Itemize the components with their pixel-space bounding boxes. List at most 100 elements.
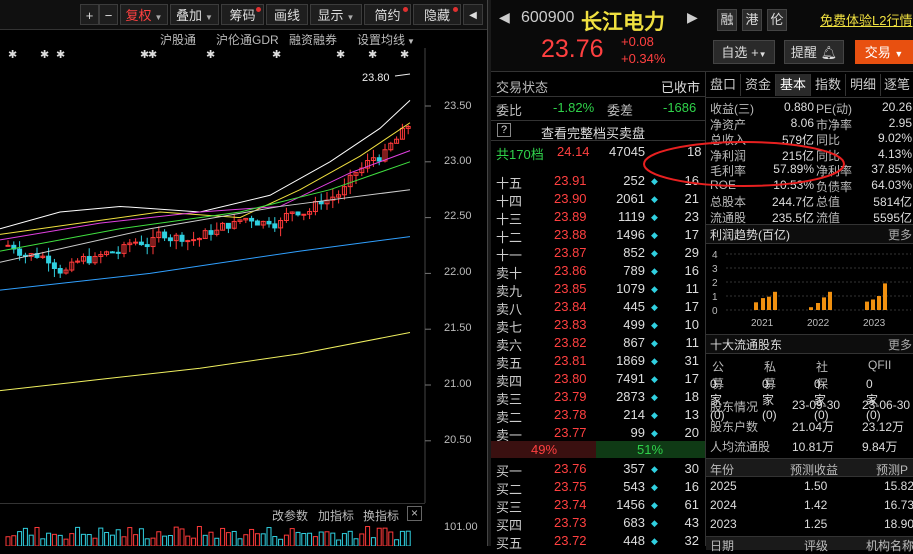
level-label: 买五 [496, 536, 523, 551]
tab-3[interactable]: 指数 [811, 74, 846, 96]
profit-trend-header: 利润趋势(百亿) 更多 [706, 224, 913, 244]
bid-row[interactable]: 买一 23.76 357 ◆ 30 [491, 460, 705, 479]
level-volume: 543 [623, 479, 645, 494]
event-marker-icon: ✱ [8, 49, 17, 61]
metric-value: 2.95 [888, 115, 912, 130]
overlay-button[interactable]: 叠加 ▼ [170, 4, 219, 25]
volume-bar [376, 527, 382, 547]
add-indicator-button[interactable]: 加指标 [318, 507, 354, 524]
profit-bar [883, 283, 887, 310]
price-label: 23.00 [444, 155, 472, 167]
prev-stock-icon[interactable]: ◀ [499, 9, 510, 26]
bid-row[interactable]: 买三 23.74 1456 ◆ 61 [491, 496, 705, 515]
candle-body [376, 157, 382, 162]
edit-params-button[interactable]: 改参数 [272, 507, 308, 524]
adjust-price-button[interactable]: 复权 ▼ [120, 4, 168, 25]
tab-4[interactable]: 明细 [846, 74, 881, 96]
close-indicator-icon[interactable]: × [407, 506, 422, 521]
level-marker-icon: ◆ [651, 500, 658, 510]
change-indicator-button[interactable]: 换指标 [363, 507, 399, 524]
margin-link[interactable]: 融资融券 [289, 31, 337, 48]
level-count: 17 [684, 371, 699, 386]
ask-row[interactable]: 卖四 23.80 7491 ◆ 17 [491, 370, 705, 389]
gdr-link[interactable]: 沪伦通GDR [216, 31, 279, 48]
level-volume: 867 [623, 335, 645, 350]
volume-bar [185, 535, 191, 547]
level-volume: 2873 [616, 389, 645, 404]
metric-label: 净资产 [710, 117, 747, 132]
level-price: 23.88 [554, 227, 587, 242]
profit-more-link[interactable]: 更多 [888, 225, 912, 245]
ask-row[interactable]: 卖五 23.81 1869 ◆ 31 [491, 352, 705, 371]
volume-bar [365, 526, 371, 547]
tag-london[interactable]: 伦 [767, 9, 787, 31]
bid-row[interactable]: 买五 23.72 448 ◆ 32 [491, 532, 705, 551]
kline-chart[interactable]: ✱ ✱ ✱ ✱ ✱ ✱ ✱ ✱ ✱ ✱ 23.50 23.00 22.50 22.00 21.50… [0, 48, 487, 503]
hide-button[interactable]: 隐藏 [413, 4, 461, 25]
level-volume: 852 [623, 245, 645, 260]
ask-row[interactable]: 卖二 23.78 214 ◆ 13 [491, 406, 705, 425]
level-volume: 789 [623, 263, 645, 278]
level-price: 23.82 [554, 335, 587, 350]
level-price: 23.73 [554, 515, 587, 530]
chips-button[interactable]: 筹码 [221, 4, 264, 25]
collapse-icon[interactable]: ◀ [463, 4, 483, 25]
help-icon[interactable]: ? [497, 123, 511, 137]
volume-bar [22, 527, 28, 547]
full-depth-row[interactable]: ? 查看完整档买卖盘 [491, 120, 705, 141]
candle-body [138, 241, 144, 246]
zoom-out-button[interactable]: − [99, 4, 118, 25]
volume-bar [150, 537, 156, 547]
ask-row[interactable]: 卖九 23.85 1079 ◆ 11 [491, 280, 705, 299]
tag-hk[interactable]: 港 [742, 9, 762, 31]
volume-bar [115, 529, 121, 547]
ask-row[interactable]: 十三 23.89 1119 ◆ 23 [491, 208, 705, 227]
trade-button[interactable]: 交易 ▼ [855, 40, 913, 64]
ask-row[interactable]: 卖七 23.83 499 ◆ 10 [491, 316, 705, 335]
ask-row[interactable]: 十二 23.88 1496 ◆ 17 [491, 226, 705, 245]
simple-button[interactable]: 简约 [364, 4, 411, 25]
indicator-bar: 改参数 加指标 换指标 × [0, 503, 425, 525]
level-price: 23.86 [554, 263, 587, 278]
bid-row[interactable]: 买二 23.75 543 ◆ 16 [491, 478, 705, 497]
level-volume: 1456 [616, 497, 645, 512]
metric-row: 净资产 8.06 市净率 2.95 [706, 115, 913, 132]
volume-bar [162, 535, 168, 547]
ask-row[interactable]: 十一 23.87 852 ◆ 29 [491, 244, 705, 263]
next-stock-icon[interactable]: ▶ [687, 9, 698, 26]
candle-body [57, 268, 63, 274]
tab-1[interactable]: 资金 [741, 74, 776, 96]
profit-y-tick: 3 [712, 264, 718, 275]
tab-2[interactable]: 基本 [776, 74, 811, 96]
watchlist-button[interactable]: 自选 +▼ [713, 40, 775, 64]
ask-row[interactable]: 卖八 23.84 445 ◆ 17 [491, 298, 705, 317]
alert-button[interactable]: 提醒 🔔︎ [784, 40, 844, 64]
promo-link[interactable]: 免费体验L2行情 [820, 10, 912, 29]
level-marker-icon: ◆ [651, 320, 658, 330]
level-marker-icon: ◆ [651, 428, 658, 438]
ask-row[interactable]: 十四 23.90 2061 ◆ 21 [491, 190, 705, 209]
tab-0[interactable]: 盘口 [706, 74, 741, 96]
tag-margin[interactable]: 融 [717, 9, 737, 31]
draw-line-button[interactable]: 画线 [266, 4, 308, 25]
tab-5[interactable]: 逐笔 [881, 74, 913, 96]
hk-connect-link[interactable]: 沪股通 [160, 31, 196, 48]
ask-row[interactable]: 卖十 23.86 789 ◆ 16 [491, 262, 705, 281]
display-button[interactable]: 显示 ▼ [310, 4, 362, 25]
holders-more-link[interactable]: 更多 [888, 335, 912, 355]
ask-row[interactable]: 卖三 23.79 2873 ◆ 18 [491, 388, 705, 407]
candle-body [115, 251, 121, 254]
candle-body [208, 230, 214, 235]
ask-row[interactable]: 卖六 23.82 867 ◆ 11 [491, 334, 705, 353]
ma-settings-link[interactable]: 设置均线 ▼ [357, 31, 415, 48]
metric-value: 37.85% [871, 162, 912, 176]
ask-row[interactable]: 十五 23.91 252 ◆ 16 [491, 172, 705, 191]
bid-row[interactable]: 买四 23.73 683 ◆ 43 [491, 514, 705, 533]
event-marker-icon: ✱ [56, 49, 65, 61]
ask-row[interactable]: 卖一 23.77 99 ◆ 20 [491, 424, 705, 443]
zoom-in-button[interactable]: + [80, 4, 99, 25]
level-count: 20 [684, 425, 699, 440]
volume-bar [324, 531, 330, 547]
volume-bar [167, 535, 173, 547]
profit-chart: 4 3 2 1 0 2021 2022 2023 [712, 250, 911, 329]
